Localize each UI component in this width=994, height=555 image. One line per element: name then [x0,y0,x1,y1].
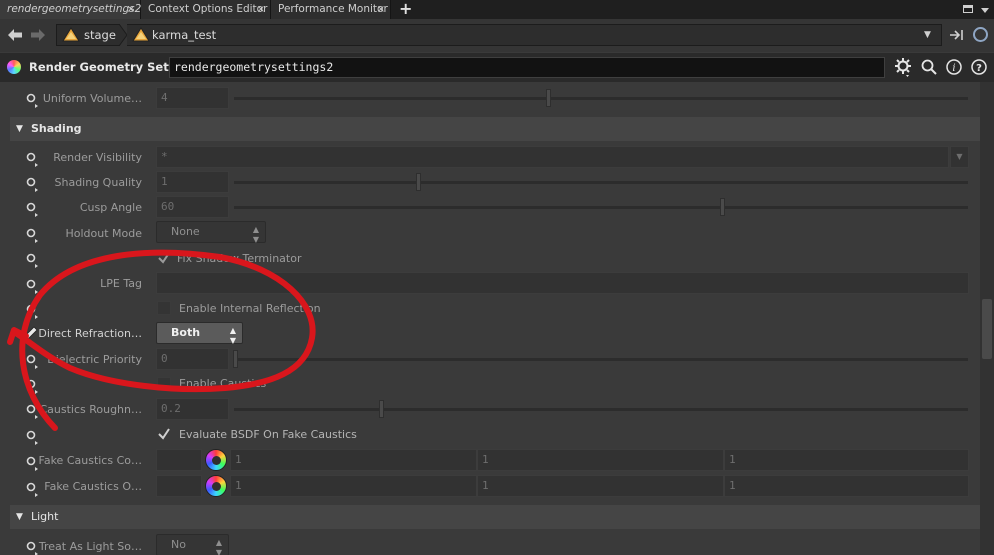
tab-label: Context Options Editor [148,3,268,15]
tab-performance-monitor[interactable]: Performance Monitor × [271,0,391,19]
breadcrumb-label: stage [84,28,116,42]
stage-context-icon [62,27,80,42]
tab-rendergeometrysettings2[interactable]: rendergeometrysettings2 × [0,0,141,19]
help-icon[interactable]: ? [971,59,987,75]
breadcrumb-node[interactable]: karma_test ▼ [127,24,942,46]
path-bar: stage karma_test ▼ [0,19,994,52]
app-window: rendergeometrysettings2 × Context Option… [0,0,994,555]
tab-context-options-editor[interactable]: Context Options Editor × [141,0,271,19]
search-icon[interactable] [921,59,937,75]
tab-bar: rendergeometrysettings2 × Context Option… [0,0,994,19]
tab-close-icon[interactable]: × [257,0,265,19]
tab-label: Performance Monitor [278,3,388,15]
red-annotation-scribble [7,249,316,431]
forward-arrow-icon[interactable] [30,28,46,42]
svg-text:i: i [952,63,955,74]
svg-text:?: ? [976,63,982,74]
gear-icon[interactable] [894,58,912,78]
lop-node-icon [132,27,150,42]
vertical-scrollbar[interactable] [980,82,994,555]
link-indicator-icon[interactable] [973,27,988,42]
path-dropdown-icon[interactable]: ▼ [924,25,931,45]
parameter-pane: Uniform Volume… 4 ▼ Shading Render Visib… [0,82,994,555]
tab-label: rendergeometrysettings2 [7,3,142,15]
node-name-field[interactable]: rendergeometrysettings2 [169,57,885,78]
node-type-icon [7,60,21,74]
tab-close-icon[interactable]: × [377,0,385,19]
back-arrow-icon[interactable] [7,28,23,42]
breadcrumb-label: karma_test [152,28,217,42]
parameter-header: Render Geometry Settings rendergeometrys… [0,53,994,82]
tab-close-icon[interactable]: × [127,0,135,19]
pane-menu-icon[interactable] [981,8,989,13]
info-icon[interactable]: i [946,59,962,75]
breadcrumb-stage[interactable]: stage [56,24,120,46]
maximize-pane-icon[interactable] [963,5,973,13]
pin-pane-icon[interactable] [950,29,966,41]
new-tab-button[interactable]: + [399,0,412,18]
scrollbar-thumb[interactable] [982,299,992,359]
